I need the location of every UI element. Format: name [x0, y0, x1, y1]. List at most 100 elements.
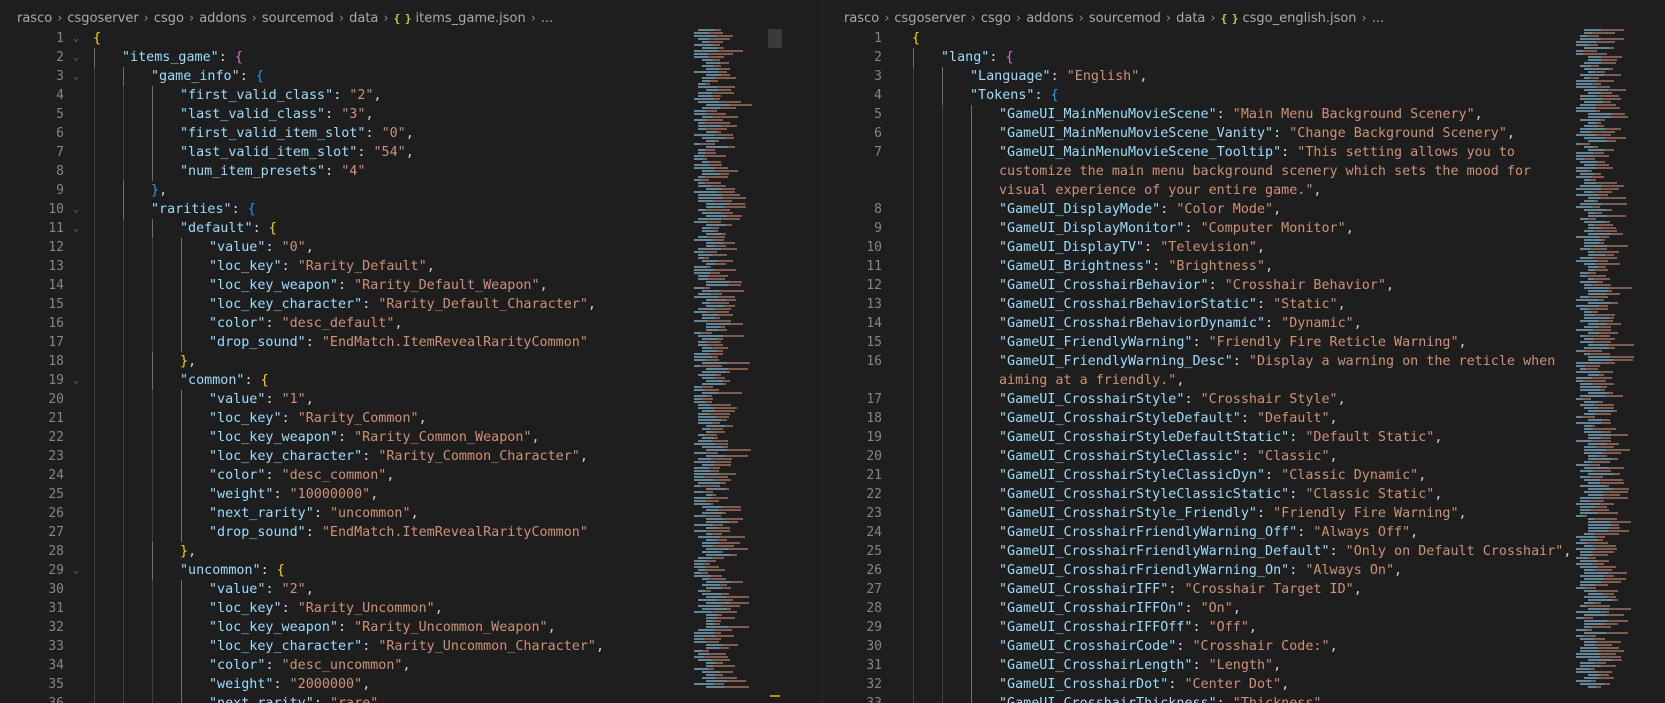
code-line[interactable]: 18 "GameUI_CrosshairStyleDefault": "Defau… [827, 409, 1665, 428]
code-line[interactable]: 14 "GameUI_CrosshairBehaviorDynamic": "Dy… [827, 314, 1665, 333]
code-line[interactable]: 3 "Language": "English", [827, 67, 1665, 86]
code-line[interactable]: 12 "GameUI_CrosshairBehavior": "Crosshair… [827, 276, 1665, 295]
code-line[interactable]: 4 "Tokens": { [827, 86, 1665, 105]
line-content[interactable]: "uncommon": { [93, 561, 285, 580]
code-line[interactable]: 30 "GameUI_CrosshairCode": "Crosshair Cod… [827, 637, 1665, 656]
line-content[interactable]: "GameUI_CrosshairStyleClassic": "Classic… [912, 447, 1557, 466]
line-content[interactable]: "GameUI_CrosshairBehaviorStatic": "Stati… [912, 295, 1557, 314]
line-content[interactable]: "drop_sound": "EndMatch.ItemRevealRarity… [93, 523, 588, 542]
line-content[interactable]: "loc_key_character": "Rarity_Common_Char… [93, 447, 588, 466]
line-content[interactable]: "GameUI_FriendlyWarning_Desc": "Display … [912, 352, 1557, 390]
fold-chevron-icon[interactable]: ⌄ [73, 219, 79, 238]
line-content[interactable]: "loc_key_weapon": "Rarity_Default_Weapon… [93, 276, 548, 295]
line-content[interactable]: "GameUI_DisplayMonitor": "Computer Monit… [912, 219, 1557, 238]
line-content[interactable]: "GameUI_CrosshairDot": "Center Dot", [912, 675, 1557, 694]
line-content[interactable]: "color": "desc_common", [93, 466, 394, 485]
line-content[interactable]: "GameUI_CrosshairStyle": "Crosshair Styl… [912, 390, 1557, 409]
line-content[interactable]: "lang": { [912, 48, 1557, 67]
line-content[interactable]: "GameUI_DisplayMode": "Color Mode", [912, 200, 1557, 219]
line-content[interactable]: "GameUI_CrosshairIFFOff": "Off", [912, 618, 1557, 637]
breadcrumb-item[interactable]: data [349, 11, 378, 26]
line-content[interactable]: "GameUI_CrosshairStyleClassicDyn": "Clas… [912, 466, 1557, 485]
code-line[interactable]: 2 "lang": { [827, 48, 1665, 67]
code-line[interactable]: 24 "GameUI_CrosshairFriendlyWarning_Off":… [827, 523, 1665, 542]
code-line[interactable]: 31 "GameUI_CrosshairLength": "Length", [827, 656, 1665, 675]
fold-chevron-icon[interactable]: ⌄ [73, 48, 79, 67]
fold-chevron-icon[interactable]: ⌄ [73, 67, 79, 86]
line-content[interactable]: "GameUI_MainMenuMovieScene_Vanity": "Cha… [912, 124, 1557, 143]
line-content[interactable]: "items_game": { [93, 48, 243, 67]
line-content[interactable]: "GameUI_CrosshairThickness": "Thickness"… [912, 694, 1557, 703]
breadcrumb-item[interactable]: rasco [17, 11, 52, 26]
line-content[interactable]: "drop_sound": "EndMatch.ItemRevealRarity… [93, 333, 588, 352]
scrollbar-thumb[interactable] [768, 29, 782, 48]
line-content[interactable]: "loc_key": "Rarity_Uncommon", [93, 599, 443, 618]
line-content[interactable]: "GameUI_MainMenuMovieScene": "Main Menu … [912, 105, 1557, 124]
breadcrumb-file[interactable]: { } items_game.json [394, 11, 526, 26]
code-line[interactable]: 27 "GameUI_CrosshairIFF": "Crosshair Targ… [827, 580, 1665, 599]
code-line[interactable]: 8 "GameUI_DisplayMode": "Color Mode", [827, 200, 1665, 219]
line-content[interactable]: "common": { [93, 371, 269, 390]
line-content[interactable]: "loc_key": "Rarity_Default", [93, 257, 435, 276]
breadcrumb-file[interactable]: { } csgo_english.json [1221, 11, 1357, 26]
line-content[interactable]: "loc_key_weapon": "Rarity_Common_Weapon"… [93, 428, 540, 447]
line-content[interactable]: "GameUI_CrosshairStyleDefaultStatic": "D… [912, 428, 1557, 447]
line-content[interactable]: "GameUI_FriendlyWarning": "Friendly Fire… [912, 333, 1557, 352]
line-content[interactable]: "next_rarity": "rare", [93, 694, 386, 703]
fold-chevron-icon[interactable]: ⌄ [73, 561, 79, 580]
fold-chevron-icon[interactable]: ⌄ [73, 371, 79, 390]
code-editor[interactable]: 1{2 "lang": {3 "Language": "English", 4 "Tok… [827, 29, 1665, 703]
breadcrumb-item[interactable]: csgo [981, 11, 1011, 26]
line-content[interactable]: "value": "1", [93, 390, 314, 409]
line-content[interactable]: "GameUI_CrosshairBehaviorDynamic": "Dyna… [912, 314, 1557, 333]
breadcrumb-item[interactable]: sourcemod [262, 11, 334, 26]
breadcrumb-item[interactable]: rasco [844, 11, 879, 26]
code-line[interactable]: 23 "GameUI_CrosshairStyle_Friendly": "Fri… [827, 504, 1665, 523]
minimap[interactable] [690, 29, 770, 703]
line-content[interactable]: "default": { [93, 219, 277, 238]
code-line[interactable]: 22 "GameUI_CrosshairStyleClassicStatic": … [827, 485, 1665, 504]
code-line[interactable]: 25 "GameUI_CrosshairFriendlyWarning_Defau… [827, 542, 1665, 561]
line-content[interactable]: "last_valid_item_slot": "54", [93, 143, 414, 162]
breadcrumb-item[interactable]: addons [1026, 11, 1073, 26]
line-content[interactable]: "loc_key_weapon": "Rarity_Uncommon_Weapo… [93, 618, 556, 637]
line-content[interactable]: "loc_key_character": "Rarity_Default_Cha… [93, 295, 596, 314]
vertical-scrollbar[interactable] [1651, 29, 1665, 703]
line-content[interactable]: "num_item_presets": "4" [93, 162, 365, 181]
line-content[interactable]: "value": "2", [93, 580, 314, 599]
line-content[interactable]: "GameUI_CrosshairFriendlyWarning_Default… [912, 542, 1571, 561]
code-line[interactable]: 16 "GameUI_FriendlyWarning_Desc": "Displa… [827, 352, 1665, 390]
line-content[interactable]: "next_rarity": "uncommon", [93, 504, 419, 523]
code-line[interactable]: 33 "GameUI_CrosshairThickness": "Thicknes… [827, 694, 1665, 703]
code-line[interactable]: 9 "GameUI_DisplayMonitor": "Computer Moni… [827, 219, 1665, 238]
line-content[interactable]: "GameUI_MainMenuMovieScene_Tooltip": "Th… [912, 143, 1557, 200]
line-content[interactable]: "Language": "English", [912, 67, 1557, 86]
editor-pane-csgo-english[interactable]: rasco › csgoserver › csgo › addons › sourcem… [827, 0, 1665, 703]
line-content[interactable]: "weight": "10000000", [93, 485, 378, 504]
line-content[interactable]: "GameUI_CrosshairStyleClassicStatic": "C… [912, 485, 1557, 504]
code-line[interactable]: 17 "GameUI_CrosshairStyle": "Crosshair St… [827, 390, 1665, 409]
code-line[interactable]: 28 "GameUI_CrosshairIFFOn": "On", [827, 599, 1665, 618]
line-content[interactable]: "GameUI_Brightness": "Brightness", [912, 257, 1557, 276]
fold-chevron-icon[interactable]: ⌄ [73, 200, 79, 219]
editor-pane-items-game[interactable]: rasco › csgoserver › csgo › addons › sourcem… [0, 0, 818, 703]
line-content[interactable]: "GameUI_CrosshairStyle_Friendly": "Frien… [912, 504, 1557, 523]
line-content[interactable]: "GameUI_DisplayTV": "Television", [912, 238, 1557, 257]
fold-chevron-icon[interactable]: ⌄ [73, 29, 79, 48]
line-content[interactable]: "GameUI_CrosshairIFF": "Crosshair Target… [912, 580, 1557, 599]
code-line[interactable]: 7 "GameUI_MainMenuMovieScene_Tooltip": "T… [827, 143, 1665, 200]
code-line[interactable]: 13 "GameUI_CrosshairBehaviorStatic": "Sta… [827, 295, 1665, 314]
line-content[interactable]: }, [93, 352, 196, 371]
line-content[interactable]: "value": "0", [93, 238, 314, 257]
line-content[interactable]: "rarities": { [93, 200, 256, 219]
code-line[interactable]: 1{ [827, 29, 1665, 48]
line-content[interactable]: "GameUI_CrosshairFriendlyWarning_Off": "… [912, 523, 1557, 542]
code-line[interactable]: 21 "GameUI_CrosshairStyleClassicDyn": "Cl… [827, 466, 1665, 485]
line-content[interactable]: "color": "desc_uncommon", [93, 656, 411, 675]
code-line[interactable]: 6 "GameUI_MainMenuMovieScene_Vanity": "Ch… [827, 124, 1665, 143]
code-line[interactable]: 5 "GameUI_MainMenuMovieScene": "Main Menu… [827, 105, 1665, 124]
breadcrumb-item[interactable]: csgoserver [67, 11, 138, 26]
code-line[interactable]: 26 "GameUI_CrosshairFriendlyWarning_On": … [827, 561, 1665, 580]
code-line[interactable]: 20 "GameUI_CrosshairStyleClassic": "Class… [827, 447, 1665, 466]
breadcrumb-symbols[interactable]: ... [541, 11, 553, 26]
